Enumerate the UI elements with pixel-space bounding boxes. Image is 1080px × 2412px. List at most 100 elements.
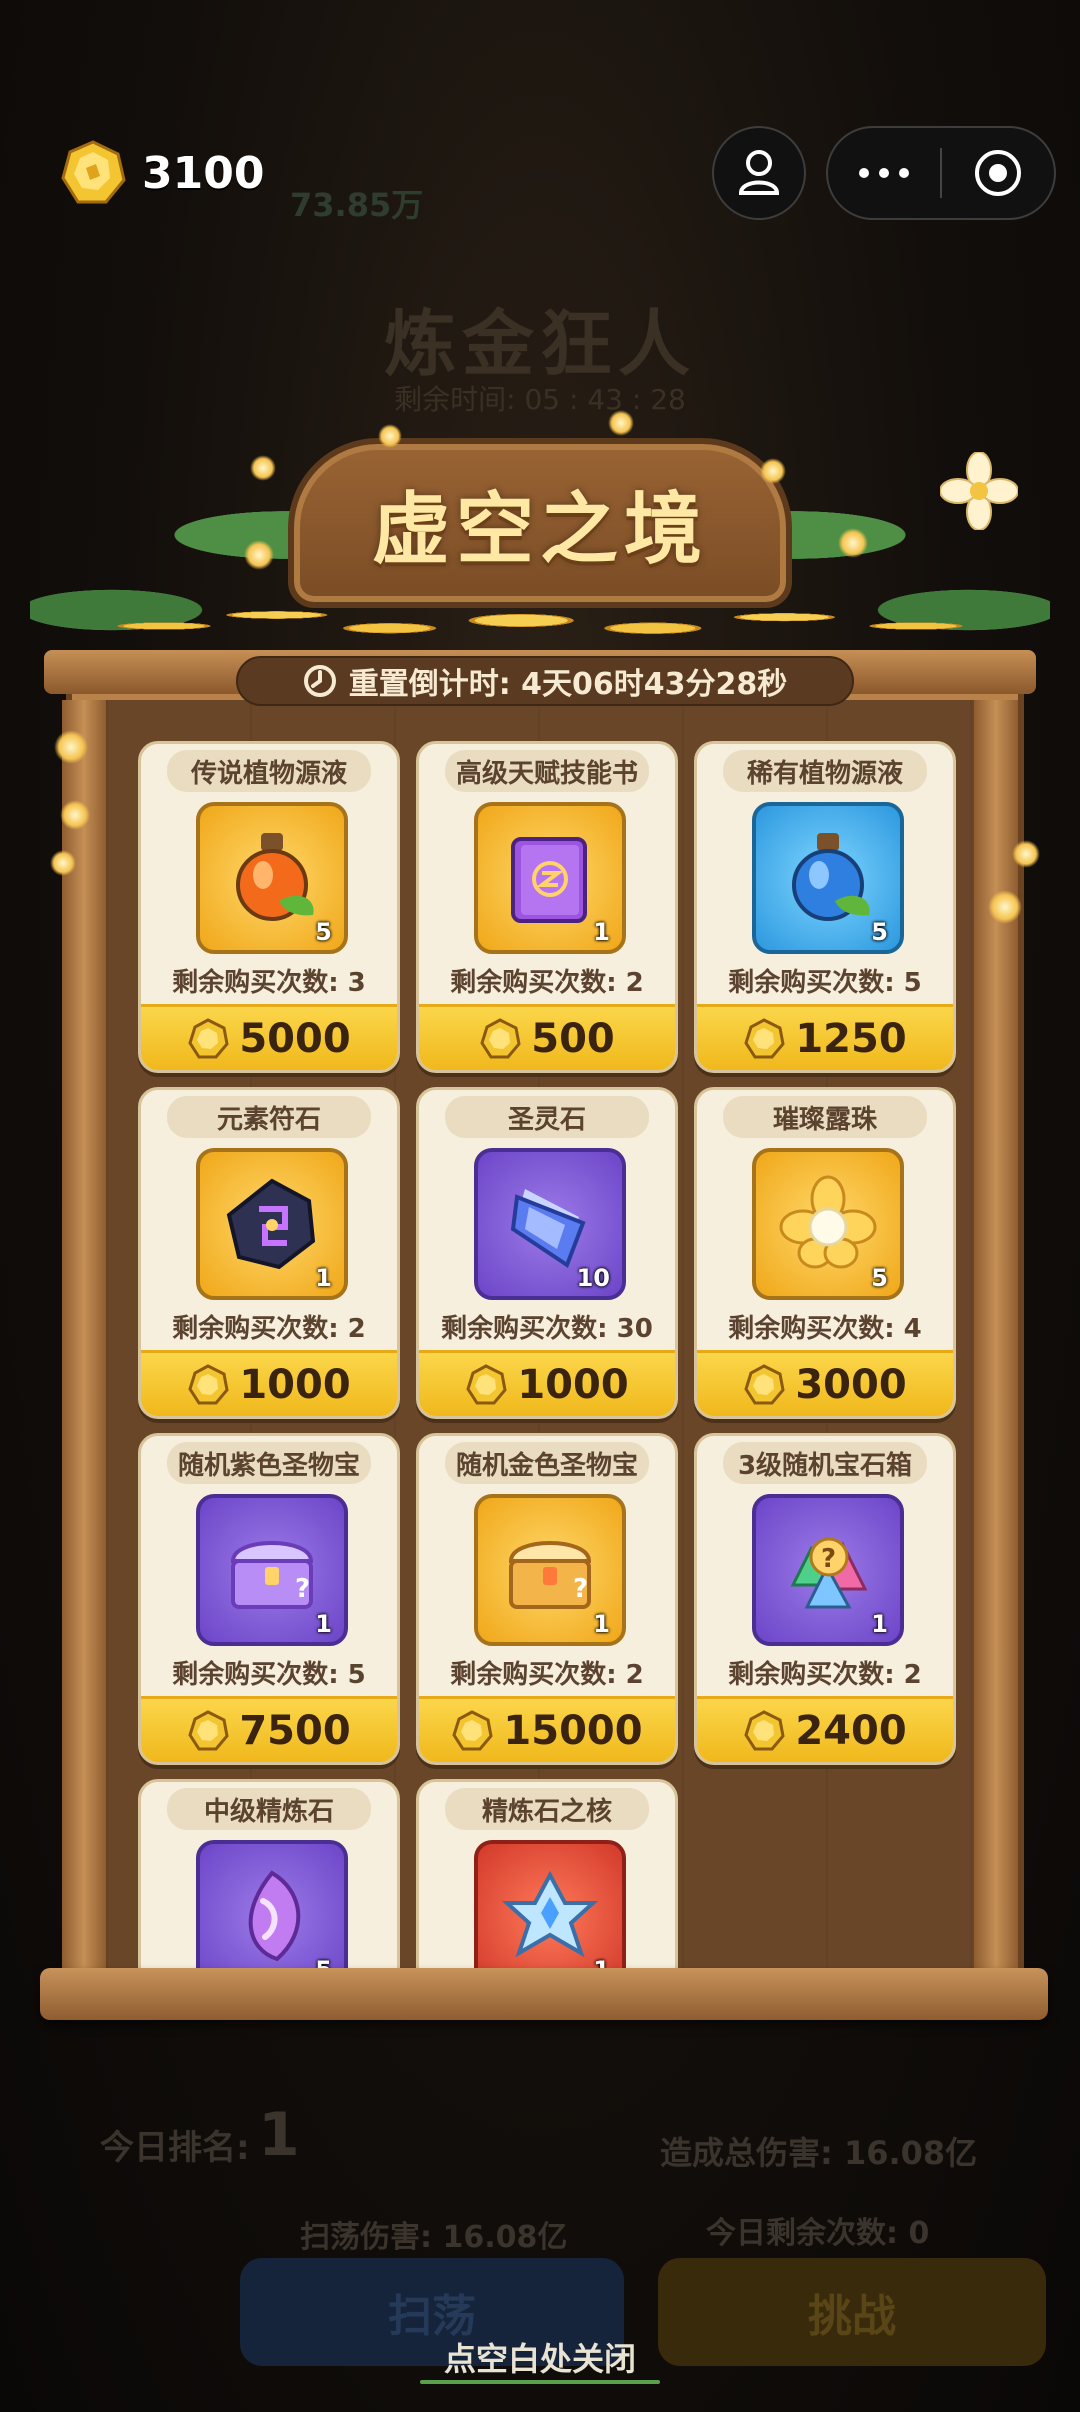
gold-gem-icon <box>744 1709 785 1750</box>
remaining-purchases: 剩余购买次数: 2 <box>450 1660 644 1690</box>
event-title: 炼金狂人 <box>383 302 696 386</box>
item-name: 3级随机宝石箱 <box>723 1442 927 1484</box>
item-quantity: 1 <box>315 1264 332 1292</box>
gold-gem-icon <box>188 1363 229 1404</box>
buy-button[interactable]: 1250 <box>697 1004 953 1070</box>
item-price: 7500 <box>239 1707 351 1754</box>
item-name: 元素符石 <box>167 1096 371 1138</box>
buy-button[interactable]: 7500 <box>141 1696 397 1762</box>
close-hint-underline <box>420 2380 660 2384</box>
sparkle <box>378 424 402 448</box>
buy-button[interactable]: 1000 <box>141 1350 397 1416</box>
remaining-today: 今日剩余次数: 0 <box>706 2216 930 2251</box>
gold-gem-icon <box>188 1709 229 1750</box>
panel-base <box>40 1968 1048 2020</box>
buy-button[interactable]: 1000 <box>419 1350 675 1416</box>
more-button[interactable] <box>828 128 940 218</box>
blue-potion-icon <box>792 833 870 921</box>
item-name: 精炼石之核 <box>445 1788 649 1830</box>
item-price: 3000 <box>795 1361 907 1408</box>
item-icon-box: 10 <box>474 1148 626 1300</box>
user-icon <box>738 150 780 195</box>
buy-button[interactable]: 15000 <box>419 1696 675 1762</box>
currency-value: 3100 <box>142 147 265 199</box>
buy-button[interactable]: 500 <box>419 1004 675 1070</box>
item-quantity: 1 <box>871 1610 888 1638</box>
buy-button[interactable]: 5000 <box>141 1004 397 1070</box>
currency-counter: 3100 <box>58 138 264 208</box>
gold-gem-icon <box>452 1709 494 1750</box>
profile-button[interactable] <box>712 126 806 220</box>
item-icon-box: 1 <box>474 802 626 954</box>
remaining-purchases: 剩余购买次数: 3 <box>172 968 366 998</box>
rank-value: 1 <box>258 2100 300 2170</box>
item-name: 璀璨露珠 <box>723 1096 927 1138</box>
sparkle <box>60 800 90 830</box>
shop-item-card[interactable]: 随机金色圣物宝 ? 1 剩余购买次数: 2 15000 <box>416 1433 678 1765</box>
remaining-purchases: 剩余购买次数: 2 <box>172 1314 366 1344</box>
gem-box-icon: ? <box>790 1537 868 1609</box>
shop-item-card[interactable]: 随机紫色圣物宝 ? 1 剩余购买次数: 5 7500 <box>138 1433 400 1765</box>
sweep-damage: 扫荡伤害: 16.08亿 <box>300 2220 568 2255</box>
remaining-purchases: 剩余购买次数: 5 <box>728 968 922 998</box>
item-price: 1000 <box>239 1361 351 1408</box>
target-circle-icon <box>975 150 1021 196</box>
item-price: 1250 <box>795 1015 907 1062</box>
shop-item-card[interactable]: 3级随机宝石箱 ? 1 剩余购买次数: 2 2400 <box>694 1433 956 1765</box>
shop-item-card[interactable]: 稀有植物源液 5 剩余购买次数: 5 1250 <box>694 741 956 1073</box>
item-quantity: 5 <box>315 918 332 946</box>
orange-potion-icon <box>236 833 314 921</box>
item-icon-box: 5 <box>752 1148 904 1300</box>
item-price: 2400 <box>795 1707 907 1754</box>
damage-total: 造成总伤害: 16.08亿 <box>660 2134 978 2172</box>
shop-sign: 虚空之境 <box>288 438 792 608</box>
buy-button[interactable]: 2400 <box>697 1696 953 1762</box>
rune-stone-icon <box>226 1178 316 1270</box>
exit-button[interactable] <box>942 128 1054 218</box>
shop-item-card[interactable]: 元素符石 1 剩余购买次数: 2 1000 <box>138 1087 400 1419</box>
remaining-purchases: 剩余购买次数: 30 <box>441 1314 653 1344</box>
flower-close-icon[interactable] <box>940 452 1018 530</box>
shop-item-card[interactable]: 璀璨露珠 5 剩余购买次数: 4 3000 <box>694 1087 956 1419</box>
svg-text:?: ? <box>573 1574 588 1604</box>
gold-gem-icon <box>744 1017 785 1058</box>
remaining-purchases: 剩余购买次数: 2 <box>728 1660 922 1690</box>
gold-gem-icon <box>744 1363 785 1404</box>
item-price: 5000 <box>239 1015 351 1062</box>
shop-item-card[interactable]: 圣灵石 10 剩余购买次数: 30 1000 <box>416 1087 678 1419</box>
countdown-text: 重置倒计时: 4天06时43分28秒 <box>348 667 788 702</box>
clock-icon <box>303 665 336 697</box>
reset-countdown: 重置倒计时: 4天06时43分28秒 <box>236 656 854 706</box>
item-icon-box: 5 <box>752 802 904 954</box>
mini-program-capsule <box>826 126 1056 220</box>
item-icon-box: ? 1 <box>474 1494 626 1646</box>
left-pillar <box>62 700 106 1990</box>
sparkle <box>760 458 786 484</box>
item-icon-box: 1 <box>196 1148 348 1300</box>
rank-label: 今日排名: <box>100 2128 250 2168</box>
shop-item-card[interactable]: 传说植物源液 5 剩余购买次数: 3 5000 <box>138 741 400 1073</box>
spirit-crystal-icon <box>510 1189 586 1269</box>
gold-gem-icon <box>466 1363 507 1404</box>
shop-item-grid: 传说植物源液 5 剩余购买次数: 3 5000 高级天赋技能书 1 剩余购买次数… <box>130 735 964 1970</box>
close-hint[interactable]: 点空白处关闭 <box>0 2334 1080 2380</box>
item-quantity: 5 <box>871 1264 888 1292</box>
item-icon-box: ? 1 <box>752 1494 904 1646</box>
shop-title: 虚空之境 <box>371 485 708 575</box>
item-name: 中级精炼石 <box>167 1788 371 1830</box>
buy-button[interactable]: 3000 <box>697 1350 953 1416</box>
remaining-purchases: 剩余购买次数: 4 <box>728 1314 922 1344</box>
shop-item-card[interactable]: 高级天赋技能书 1 剩余购买次数: 2 500 <box>416 741 678 1073</box>
item-price: 15000 <box>503 1707 643 1754</box>
dew-flower-icon <box>779 1175 877 1269</box>
item-name: 圣灵石 <box>445 1096 649 1138</box>
remaining-purchases: 剩余购买次数: 2 <box>450 968 644 998</box>
gold-gem-icon <box>188 1017 229 1058</box>
sparkle <box>988 890 1022 924</box>
item-quantity: 5 <box>871 918 888 946</box>
sparkle <box>244 540 274 570</box>
svg-text:?: ? <box>821 1544 836 1574</box>
item-name: 高级天赋技能书 <box>445 750 649 792</box>
sparkle <box>608 410 634 436</box>
sparkle <box>838 528 868 558</box>
